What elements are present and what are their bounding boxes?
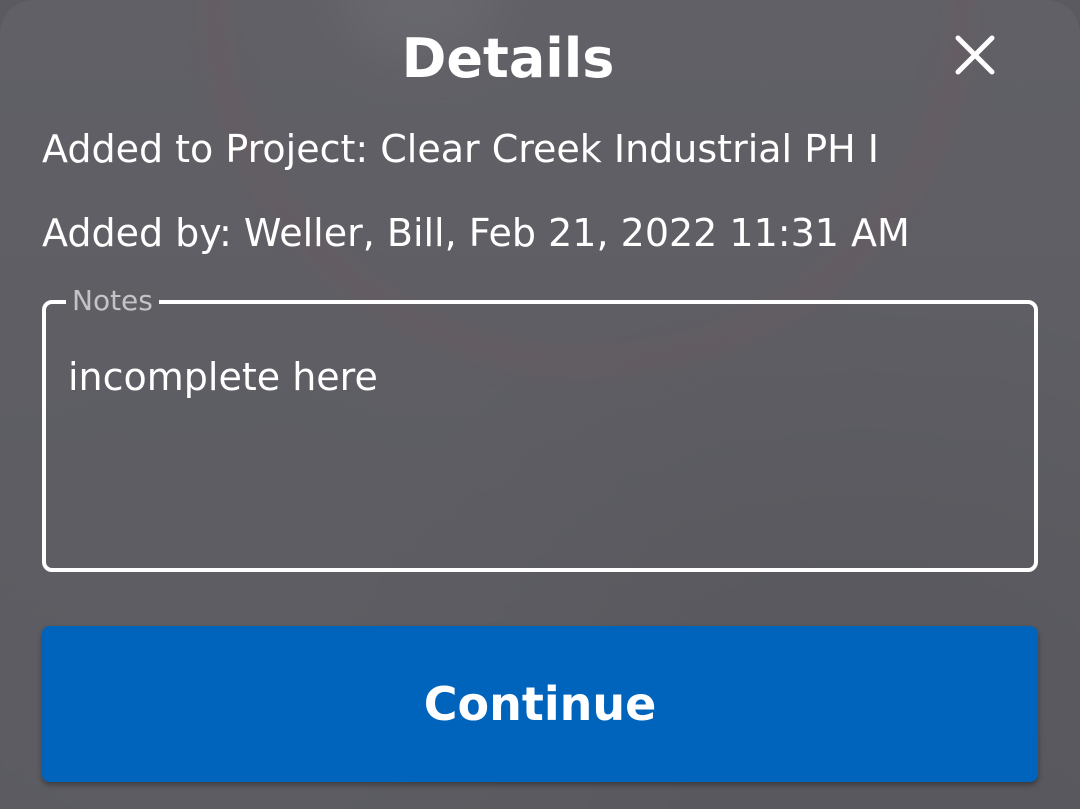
continue-button[interactable]: Continue	[42, 626, 1038, 782]
added-by-text: Added by: Weller, Bill, Feb 21, 2022 11:…	[42, 211, 910, 255]
notes-text-value[interactable]: incomplete here	[68, 352, 378, 402]
details-dialog: Details Added to Project: Clear Creek In…	[0, 0, 1080, 809]
close-icon	[955, 35, 995, 75]
close-button[interactable]	[948, 28, 1002, 82]
project-info-text: Added to Project: Clear Creek Industrial…	[42, 127, 879, 171]
dialog-title: Details	[401, 27, 615, 90]
notes-field[interactable]: Notes incomplete here	[42, 284, 1038, 572]
notes-label: Notes	[66, 284, 159, 318]
